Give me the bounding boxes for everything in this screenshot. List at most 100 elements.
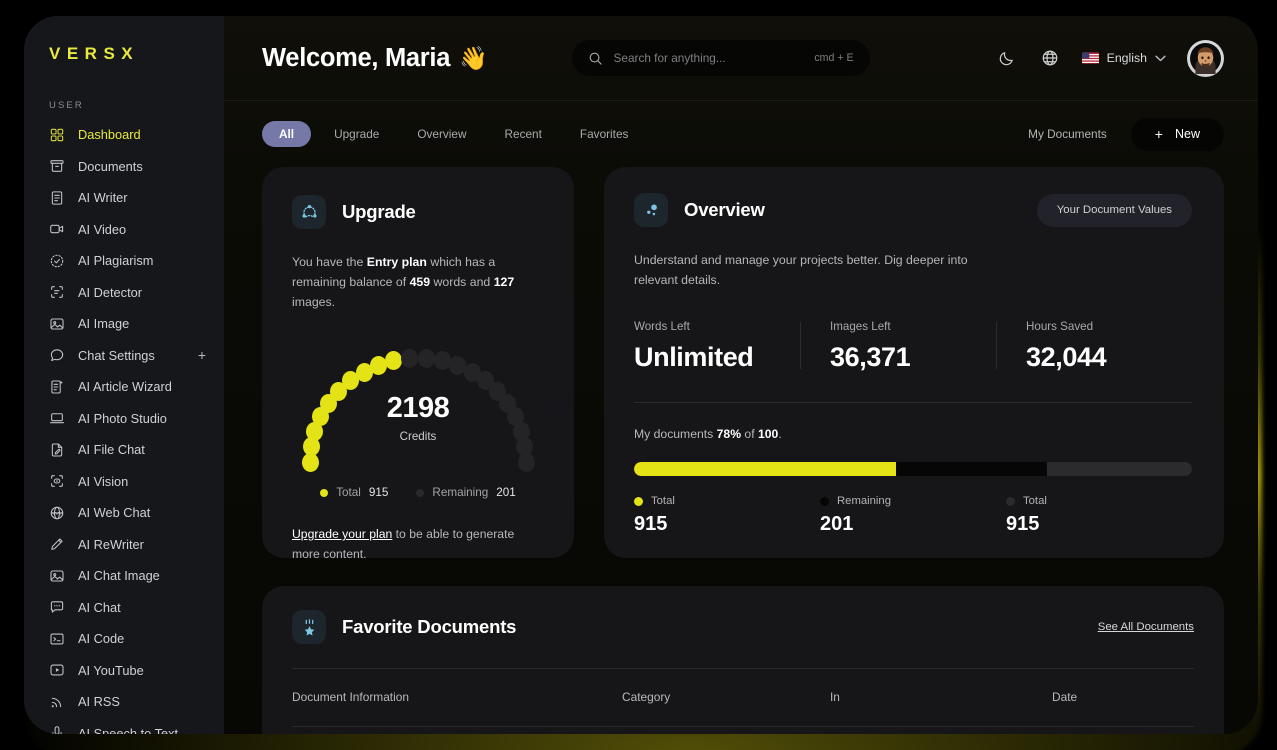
legend-color-dot bbox=[820, 496, 829, 506]
stat-value: 36,371 bbox=[830, 342, 911, 373]
sidebar-item-label: AI RSS bbox=[78, 694, 120, 710]
stat-hours-saved: Hours Saved 32,044 bbox=[996, 320, 1192, 373]
globe-icon[interactable] bbox=[1039, 47, 1061, 69]
legend-label: Remaining bbox=[432, 486, 489, 500]
progress-segment bbox=[896, 462, 1047, 477]
gauge-dot bbox=[433, 351, 451, 371]
upgrade-card: Upgrade You have the Entry plan which ha… bbox=[262, 167, 574, 561]
language-label: English bbox=[1106, 51, 1147, 65]
legend-color-dot bbox=[416, 488, 425, 497]
sidebar-item-ai-code[interactable]: AI Code bbox=[24, 623, 224, 655]
upgrade-card-description: You have the Entry plan which has a rema… bbox=[292, 252, 544, 312]
sidebar-item-ai-plagiarism[interactable]: AI Plagiarism bbox=[24, 245, 224, 277]
sidebar-item-label: Dashboard bbox=[78, 127, 141, 143]
scan-text-icon bbox=[49, 284, 65, 300]
legend-value: 201 bbox=[496, 486, 516, 500]
check-dashed-icon bbox=[49, 253, 65, 269]
docs-percent: 78% bbox=[716, 427, 742, 442]
archive-icon bbox=[49, 158, 65, 174]
sidebar-item-ai-detector[interactable]: AI Detector bbox=[24, 277, 224, 309]
stat-value: Unlimited bbox=[634, 342, 754, 373]
sidebar-item-ai-file-chat[interactable]: AI File Chat bbox=[24, 434, 224, 466]
avatar[interactable] bbox=[1186, 39, 1224, 77]
stat-label: Words Left bbox=[634, 320, 690, 334]
us-flag-icon bbox=[1081, 52, 1099, 64]
sidebar-item-label: AI Video bbox=[78, 221, 127, 237]
new-button[interactable]: + New bbox=[1130, 117, 1224, 151]
legend-value: 201 bbox=[820, 513, 854, 536]
plan-name: Entry plan bbox=[366, 255, 427, 269]
tab-recent[interactable]: Recent bbox=[490, 121, 557, 147]
sidebar-item-add-icon[interactable]: + bbox=[198, 348, 206, 362]
app-root: VERSX USER Dashboard Documents AI Writer AI… bbox=[0, 0, 1277, 750]
sidebar-item-documents[interactable]: Documents bbox=[24, 151, 224, 183]
pencil-icon bbox=[49, 536, 65, 552]
sidebar-item-ai-image[interactable]: AI Image bbox=[24, 308, 224, 340]
sidebar-item-ai-rss[interactable]: AI RSS bbox=[24, 686, 224, 718]
star-badge-icon bbox=[292, 610, 326, 644]
globe-www-icon: www bbox=[49, 505, 65, 521]
search-bar[interactable]: cmd + E bbox=[571, 40, 870, 76]
article-icon bbox=[49, 379, 65, 395]
gauge-legend-item: Remaining 201 bbox=[416, 486, 516, 500]
new-button-label: New bbox=[1174, 127, 1200, 141]
docs-mid: of bbox=[741, 427, 758, 442]
stat-label: Hours Saved bbox=[1026, 320, 1094, 334]
language-selector[interactable]: English bbox=[1081, 51, 1166, 65]
favorites-divider-2 bbox=[292, 726, 1194, 727]
images-balance: 127 bbox=[493, 275, 515, 290]
moon-icon[interactable] bbox=[996, 47, 1018, 69]
sidebar-item-ai-photo-studio[interactable]: AI Photo Studio bbox=[24, 403, 224, 435]
see-all-documents-link[interactable]: See All Documents bbox=[1098, 621, 1194, 633]
sidebar-item-ai-writer[interactable]: AI Writer bbox=[24, 182, 224, 214]
sidebar-item-label: AI File Chat bbox=[78, 442, 145, 458]
tab-favorites[interactable]: Favorites bbox=[565, 121, 644, 147]
sidebar-item-chat-settings[interactable]: Chat Settings + bbox=[24, 340, 224, 372]
search-input[interactable] bbox=[613, 51, 804, 65]
overview-divider bbox=[634, 402, 1192, 404]
sidebar-nav: Dashboard Documents AI Writer AI Video AI Pl… bbox=[24, 117, 224, 734]
my-documents-link[interactable]: My Documents bbox=[1028, 127, 1107, 141]
stat-label: Images Left bbox=[830, 320, 891, 334]
sidebar-item-dashboard[interactable]: Dashboard bbox=[24, 119, 224, 151]
progress-legend-item: Total 915 bbox=[634, 495, 820, 536]
chat-dots-icon bbox=[49, 599, 65, 615]
top-header: Welcome, Maria 👋 cmd + E bbox=[224, 16, 1258, 101]
sidebar-item-label: AI Vision bbox=[78, 473, 129, 489]
legend-label: Total bbox=[336, 486, 361, 500]
gauge-dot bbox=[517, 452, 535, 472]
sidebar-item-ai-speech-to-text[interactable]: AI Speech to Text bbox=[24, 718, 224, 734]
document-icon bbox=[49, 190, 65, 206]
docs-suffix: . bbox=[778, 427, 782, 442]
tab-bar-actions: My Documents + New bbox=[1028, 117, 1224, 151]
tab-upgrade[interactable]: Upgrade bbox=[319, 121, 394, 147]
upgrade-plan-link[interactable]: Upgrade your plan bbox=[292, 527, 392, 541]
sidebar-item-ai-web-chat[interactable]: www AI Web Chat bbox=[24, 497, 224, 529]
stat-value: 32,044 bbox=[1026, 342, 1107, 373]
column-header: In bbox=[830, 690, 840, 704]
sidebar-item-ai-rewriter[interactable]: AI ReWriter bbox=[24, 529, 224, 561]
sidebar-item-ai-youtube[interactable]: AI YouTube bbox=[24, 655, 224, 687]
search-icon bbox=[588, 51, 603, 66]
legend-color-dot bbox=[320, 488, 329, 497]
tab-overview[interactable]: Overview bbox=[402, 121, 481, 147]
share-nodes-icon bbox=[292, 195, 326, 229]
legend-color-dot bbox=[634, 496, 643, 506]
gauge-dot bbox=[385, 351, 403, 371]
sidebar-item-ai-video[interactable]: AI Video bbox=[24, 214, 224, 246]
desc-suffix: images. bbox=[292, 295, 336, 310]
legend-value: 915 bbox=[634, 513, 668, 536]
sidebar-item-ai-chat[interactable]: AI Chat bbox=[24, 592, 224, 624]
gauge-legend: Total 915 Remaining 201 bbox=[292, 486, 544, 499]
your-document-values-button[interactable]: Your Document Values bbox=[1036, 193, 1192, 227]
sidebar-item-label: AI Chat bbox=[78, 599, 121, 615]
sidebar-item-ai-article-wizard[interactable]: AI Article Wizard bbox=[24, 371, 224, 403]
sidebar-item-ai-vision[interactable]: AI Vision bbox=[24, 466, 224, 498]
brand-logo: VERSX bbox=[49, 44, 140, 63]
grid-icon bbox=[49, 127, 65, 143]
image-icon bbox=[49, 568, 65, 584]
sidebar-item-label: AI Web Chat bbox=[78, 505, 151, 521]
eye-scan-icon bbox=[49, 473, 65, 489]
sidebar-item-ai-chat-image[interactable]: AI Chat Image bbox=[24, 560, 224, 592]
tab-all[interactable]: All bbox=[262, 121, 312, 147]
